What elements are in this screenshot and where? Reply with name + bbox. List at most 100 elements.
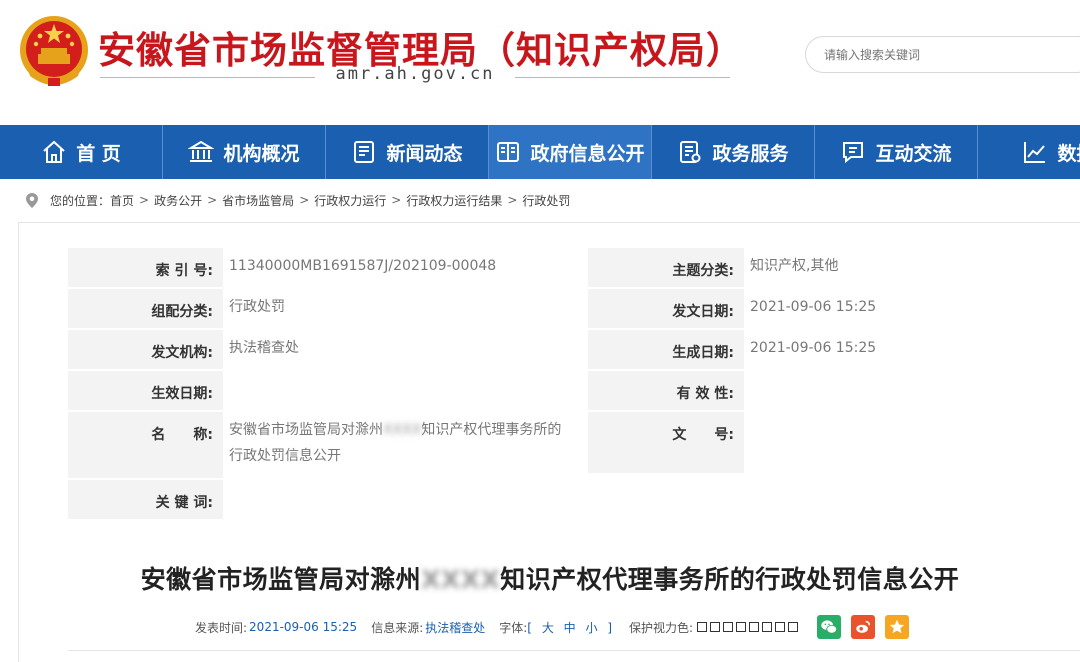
nav-item-interaction[interactable]: 互动交流	[815, 125, 978, 179]
nav-item-label: 政府信息公开	[530, 142, 645, 165]
meta-label-issuer: 发文机构:	[68, 330, 223, 369]
eye-care-swatch[interactable]	[762, 622, 773, 632]
divider-right	[515, 77, 730, 78]
meta-value-topic: 知识产权,其他	[744, 241, 1080, 287]
article-card: 索 引 号: 11340000MB1691587J/202109-00048 主…	[18, 222, 1080, 662]
star-icon	[889, 619, 905, 634]
national-emblem-icon	[20, 16, 88, 86]
eye-care-swatch[interactable]	[697, 622, 708, 632]
breadcrumb: 您的位置： 首页 > 政务公开 > 省市场监管局 > 行政权力运行 > 行政权力…	[26, 191, 570, 209]
location-pin-icon	[26, 192, 38, 208]
nav-item-services[interactable]: 政务服务	[652, 125, 815, 179]
wechat-icon	[821, 620, 838, 634]
source-label: 信息来源:	[371, 620, 424, 635]
page-root: 安徽省市场监督管理局（知识产权局） amr.ah.gov.cn 首 页 机构概况…	[0, 0, 1080, 662]
font-size-small-button[interactable]: 小	[586, 621, 601, 635]
meta-table: 索 引 号: 11340000MB1691587J/202109-00048 主…	[68, 241, 1080, 521]
title-part-redacted: XXXX	[421, 565, 501, 594]
nav-item-label: 新闻动态	[386, 142, 463, 165]
eye-care-swatch[interactable]	[723, 622, 734, 632]
breadcrumb-separator: >	[299, 193, 310, 207]
meta-label-validity: 有 效 性:	[588, 371, 744, 410]
share-weibo-button[interactable]	[851, 615, 876, 639]
meta-value-created: 2021-09-06 15:25	[744, 323, 1080, 369]
building-icon	[188, 140, 215, 162]
meta-label-created: 生成日期:	[588, 330, 744, 369]
eye-care-swatch[interactable]	[710, 622, 721, 632]
breadcrumb-item-penalty[interactable]: 行政处罚	[522, 192, 570, 209]
breadcrumb-item-bureau[interactable]: 省市场监管局	[222, 192, 294, 209]
search-input[interactable]	[805, 36, 1080, 73]
name-part-redacted: XXXX	[383, 422, 422, 438]
font-size-medium-button[interactable]: 中	[564, 621, 579, 635]
nav-item-label: 政务服务	[712, 142, 789, 165]
eye-care-swatch[interactable]	[775, 622, 786, 632]
nav-item-data[interactable]: 数据	[978, 125, 1080, 179]
source-value[interactable]: 执法稽查处	[425, 619, 485, 636]
font-size-bracket-open: [	[527, 620, 535, 635]
publish-label: 发表时间:	[195, 620, 248, 635]
eye-care-swatch[interactable]	[788, 622, 799, 632]
share-wechat-button[interactable]	[817, 615, 842, 639]
title-part-b: 知识产权代理事务所的行政处罚信息公开	[500, 565, 960, 594]
eye-care-swatch[interactable]	[736, 622, 747, 632]
news-icon	[354, 141, 375, 163]
main-nav: 首 页 机构概况 新闻动态 政府信息公开 政务服务 互动交流 数据	[0, 125, 1080, 179]
breadcrumb-separator: >	[507, 193, 518, 207]
font-size-controls: [ 大 中 小 ]	[527, 619, 615, 636]
meta-value-keywords	[223, 473, 1080, 519]
nav-item-label: 数据	[1057, 142, 1080, 165]
meta-row: 名 称: 安徽省市场监管局对滁州XXXX知识产权代理事务所的 行政处罚信息公开 …	[68, 405, 1080, 480]
nav-item-news[interactable]: 新闻动态	[326, 125, 489, 179]
meta-label-topic: 主题分类:	[588, 248, 744, 287]
meta-label-index: 索 引 号:	[68, 248, 223, 287]
meta-value-validity	[744, 364, 1080, 410]
meta-label-category: 组配分类:	[68, 289, 223, 328]
nav-item-about[interactable]: 机构概况	[163, 125, 326, 179]
nav-item-label: 首 页	[76, 142, 121, 165]
meta-row: 关 键 词:	[68, 473, 1080, 521]
name-part-b: 知识产权代理事务所的	[421, 422, 562, 438]
breadcrumb-item-home[interactable]: 首页	[110, 192, 134, 209]
breadcrumb-item-admin-power[interactable]: 行政权力运行	[314, 192, 386, 209]
nav-item-label: 互动交流	[875, 142, 952, 165]
content-divider	[68, 650, 1080, 651]
meta-label-keywords: 关 键 词:	[68, 480, 223, 519]
add-favorite-button[interactable]	[885, 615, 910, 639]
nav-item-label: 机构概况	[223, 142, 300, 165]
meta-label-issue-date: 发文日期:	[588, 289, 744, 328]
breadcrumb-separator: >	[207, 193, 218, 207]
meta-value-name-line1: 安徽省市场监管局对滁州XXXX知识产权代理事务所的	[229, 417, 588, 443]
nav-item-home[interactable]: 首 页	[0, 125, 163, 179]
meta-value-name: 安徽省市场监管局对滁州XXXX知识产权代理事务所的 行政处罚信息公开	[223, 405, 588, 478]
divider-left	[100, 77, 315, 78]
font-size-label: 字体:	[499, 620, 528, 635]
meta-label-effective: 生效日期:	[68, 371, 223, 410]
nav-item-gov-info[interactable]: 政府信息公开	[489, 125, 652, 179]
meta-value-issue-date: 2021-09-06 15:25	[744, 282, 1080, 328]
font-size-large-button[interactable]: 大	[542, 621, 557, 635]
weibo-icon	[856, 620, 871, 633]
meta-value-category: 行政处罚	[223, 282, 588, 328]
meta-value-index: 11340000MB1691587J/202109-00048	[223, 241, 588, 287]
meta-value-effective	[223, 364, 588, 410]
breadcrumb-prefix: 您的位置：	[50, 193, 111, 208]
article-title: 安徽省市场监管局对滁州XXXX知识产权代理事务所的行政处罚信息公开	[19, 560, 1080, 596]
open-book-icon	[497, 142, 520, 162]
breadcrumb-item-gov-affairs[interactable]: 政务公开	[154, 192, 202, 209]
home-icon	[43, 140, 65, 163]
meta-value-docno	[744, 405, 1080, 478]
publish-time: 2021-09-06 15:25	[249, 620, 358, 634]
chart-line-icon	[1024, 142, 1046, 163]
eye-care-label: 保护视力色:	[629, 620, 694, 635]
article-info-bar: 发表时间: 2021-09-06 15:25 信息来源: 执法稽查处 字体: […	[195, 615, 910, 639]
breadcrumb-separator: >	[391, 193, 402, 207]
breadcrumb-item-results[interactable]: 行政权力运行结果	[406, 192, 502, 209]
chat-icon	[843, 142, 864, 164]
domain-row: amr.ah.gov.cn	[100, 64, 730, 90]
breadcrumb-separator: >	[139, 193, 150, 207]
eye-care-swatches	[697, 622, 801, 632]
eye-care-swatch[interactable]	[749, 622, 760, 632]
site-header: 安徽省市场监督管理局（知识产权局） amr.ah.gov.cn	[0, 0, 1080, 125]
meta-value-name-line2: 行政处罚信息公开	[229, 448, 341, 464]
